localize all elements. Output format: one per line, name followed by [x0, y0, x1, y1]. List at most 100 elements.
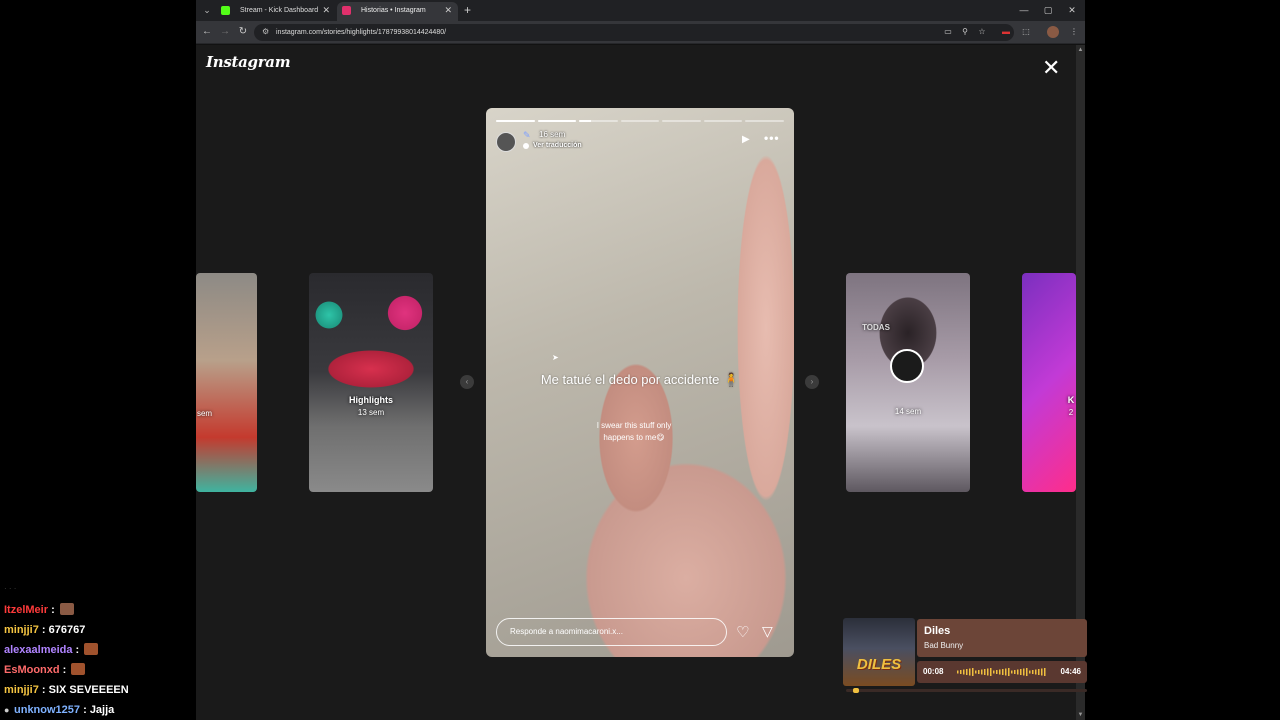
chat-text: SIX SEVEEEEN — [48, 684, 129, 696]
instagram-logo[interactable]: Instagram — [206, 53, 291, 71]
chat-separator: : — [38, 684, 49, 696]
story-preview-avatar — [890, 349, 924, 383]
browser-menu-icon[interactable]: ⋮ — [1068, 26, 1080, 38]
story-preview-tag: TODAS — [862, 323, 890, 332]
stream-chat: · · · ItzelMeir : minjji7 : 676767 alexaa… — [4, 584, 194, 720]
waveform-bar — [1044, 668, 1046, 676]
extensions-icon[interactable]: ⬚ — [1020, 26, 1032, 38]
chat-username[interactable]: minjji7 — [4, 624, 39, 636]
waveform-bar — [963, 669, 965, 675]
reload-icon[interactable]: ↻ — [236, 25, 250, 39]
waveform-bar — [975, 670, 977, 674]
profile-avatar-icon[interactable] — [1047, 26, 1059, 38]
waveform-bar — [996, 670, 998, 674]
address-bar[interactable]: ⚙ instagram.com/stories/highlights/17879… — [254, 24, 1014, 41]
song-artist: Bad Bunny — [924, 641, 964, 650]
waveform-bar — [1032, 670, 1034, 674]
bookmark-star-icon[interactable]: ☆ — [976, 26, 988, 38]
chat-message: alexaalmeida : — [4, 640, 194, 660]
chat-emote-icon — [84, 643, 99, 655]
scroll-down-icon[interactable]: ▼ — [1077, 712, 1084, 718]
story-author-avatar[interactable] — [496, 132, 516, 152]
chat-message: EsMoonxd : — [4, 660, 194, 680]
mouse-cursor-icon: ➤ — [552, 353, 559, 362]
zoom-icon[interactable]: ⚲ — [959, 26, 971, 38]
progress-segment — [620, 120, 660, 122]
waveform-bar — [1005, 668, 1007, 676]
chat-username[interactable]: ItzelMeir — [4, 604, 48, 616]
story-preview-age: 14 sem — [894, 407, 922, 416]
chat-username[interactable]: alexaalmeida — [4, 644, 73, 656]
chat-message: ItzelMeir : — [4, 600, 194, 620]
chat-separator: : — [80, 704, 90, 716]
tab-kick-dashboard[interactable]: Stream - Kick Dashboard ✕ — [216, 2, 336, 21]
album-art-text: DILES — [856, 656, 902, 673]
progress-segment — [579, 120, 618, 122]
progress-segment — [496, 120, 535, 122]
story-preview-highlights[interactable]: Highlights 13 sem — [309, 273, 433, 492]
progress-segment — [662, 120, 701, 122]
send-icon[interactable]: ▽ — [762, 623, 773, 640]
see-translation-link[interactable]: Ver traducción — [533, 142, 582, 149]
waveform-bar — [981, 669, 983, 675]
waveform-bar — [993, 670, 995, 674]
reply-input[interactable]: Responde a naomimacaroni.x... — [496, 618, 727, 646]
instagram-favicon-icon — [342, 6, 351, 15]
previous-story-icon[interactable]: ‹ — [460, 375, 474, 389]
story-preview-age: 2 — [1068, 408, 1074, 417]
browser-window: ⌄ Stream - Kick Dashboard ✕ Historias • … — [196, 0, 1085, 720]
chat-username[interactable]: EsMoonxd — [4, 664, 60, 676]
next-story-icon[interactable]: › — [805, 375, 819, 389]
url-text: instagram.com/stories/highlights/1787993… — [276, 29, 447, 36]
edit-pencil-icon: ✎ — [523, 130, 531, 140]
chat-text: 676767 — [48, 624, 86, 636]
forward-icon[interactable]: → — [218, 25, 232, 39]
scroll-up-icon[interactable]: ▲ — [1077, 47, 1084, 53]
tab-instagram-stories[interactable]: Historias • Instagram ✕ — [337, 2, 458, 21]
like-heart-icon[interactable]: ♡ — [736, 623, 749, 641]
close-stories-icon[interactable]: ✕ — [1042, 57, 1060, 79]
minimize-icon[interactable]: — — [1012, 0, 1036, 21]
site-info-icon[interactable]: ⚙ — [262, 27, 269, 36]
new-tab-icon[interactable]: + — [464, 2, 471, 19]
chat-text: Jajja — [89, 704, 115, 716]
chat-message: minjji7 : 676767 — [4, 620, 194, 640]
back-icon[interactable]: ← — [200, 25, 214, 39]
song-title: Diles — [924, 625, 951, 637]
waveform-bar — [1011, 670, 1013, 674]
play-icon[interactable]: ▶ — [742, 134, 750, 145]
story-preview-left-far[interactable]: sem — [196, 273, 257, 492]
chat-username[interactable]: unknow1257 — [14, 704, 80, 716]
waveform-bar — [1029, 670, 1031, 674]
extension-recording-icon[interactable]: ▬ — [1000, 26, 1012, 38]
story-preview-title: Highlights — [349, 395, 393, 405]
story-timestamp: 16 sem — [539, 130, 566, 139]
waveform-bar — [1017, 669, 1019, 675]
chat-separator: : — [48, 604, 58, 616]
tab-search-icon[interactable]: ⌄ — [200, 3, 214, 17]
now-playing-widget: DILES Diles Bad Bunny 00:08 04:46 — [843, 618, 1089, 698]
reply-placeholder: Responde a naomimacaroni.x... — [510, 627, 623, 636]
waveform-bar — [1026, 668, 1028, 676]
more-options-icon[interactable]: ••• — [764, 131, 780, 145]
story-preview-right-near[interactable]: TODAS 14 sem — [846, 273, 970, 492]
maximize-icon[interactable]: ▢ — [1036, 0, 1060, 21]
progress-segment-fill — [496, 120, 535, 122]
progress-segment — [745, 120, 785, 122]
story-caption-main: Me tatué el dedo por accidente 🧍 — [540, 372, 740, 387]
close-tab-icon[interactable]: ✕ — [444, 2, 452, 19]
chat-faded-line: · · · — [4, 584, 17, 593]
waveform-bar — [1020, 669, 1022, 675]
close-tab-icon[interactable]: ✕ — [322, 2, 330, 19]
waveform-bar — [978, 670, 980, 674]
story-preview-age: sem — [196, 409, 213, 418]
story-viewer[interactable]: ✎ 16 sem Ver traducción ▶ ••• Me tatué e… — [486, 108, 794, 657]
waveform-bar — [966, 669, 968, 675]
waveform-bar — [1002, 669, 1004, 675]
window-close-icon[interactable]: ✕ — [1060, 0, 1084, 21]
cast-icon[interactable]: ▭ — [942, 26, 954, 38]
song-duration: 04:46 — [1060, 667, 1081, 676]
chat-username[interactable]: minjji7 — [4, 684, 39, 696]
waveform-bar — [990, 668, 992, 676]
story-preview-right-far[interactable]: K 2 — [1022, 273, 1076, 492]
